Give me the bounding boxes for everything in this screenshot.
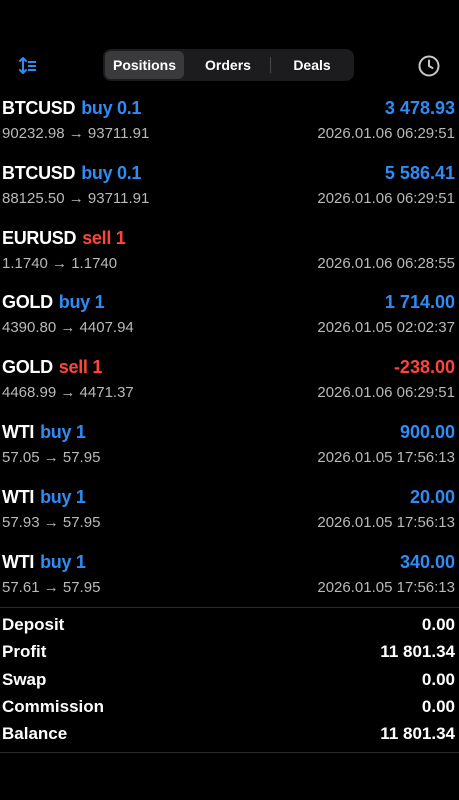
symbol-name: BTCUSD bbox=[2, 162, 76, 183]
position-prices: 4390.80 → 4407.94 bbox=[2, 319, 134, 337]
position-row[interactable]: BTCUSD buy 0.1 5 586.41 88125.50 → 93711.91… bbox=[0, 157, 459, 222]
symbol-name: BTCUSD bbox=[2, 98, 76, 118]
tab-divider bbox=[270, 57, 271, 73]
position-time: 2026.01.06 06:29:51 bbox=[317, 125, 455, 142]
position-time: 2026.01.05 17:56:13 bbox=[317, 578, 455, 596]
symbol-name: EURUSD bbox=[2, 227, 77, 248]
position-prices: 90232.98 → 93711.91 bbox=[2, 125, 150, 142]
summary-row: Deposit 0.00 bbox=[0, 613, 459, 640]
position-prices: 57.61 → 57.95 bbox=[2, 578, 101, 596]
position-side: buy 0.1 bbox=[81, 162, 142, 183]
position-time: 2026.01.05 17:56:13 bbox=[317, 513, 455, 531]
summary-row: Profit 11 801.34 bbox=[0, 640, 459, 667]
position-prices: 1.1740 → 1.1740 bbox=[2, 254, 118, 272]
summary-label: Swap bbox=[2, 669, 47, 689]
summary-label: Deposit bbox=[2, 615, 65, 634]
position-time: 2026.01.05 17:56:13 bbox=[317, 448, 455, 466]
position-row[interactable]: WTI buy 1 20.00 57.93 → 57.95 2026.01.05 17:… bbox=[0, 481, 459, 546]
symbol-name: GOLD bbox=[2, 292, 53, 313]
tab-bar: Positions Orders Deals bbox=[103, 49, 354, 81]
position-symbol: WTI buy 1 bbox=[2, 422, 86, 443]
position-symbol: GOLD sell 1 bbox=[2, 357, 102, 378]
symbol-name: WTI bbox=[2, 551, 35, 572]
sort-icon[interactable] bbox=[18, 56, 38, 76]
position-time: 2026.01.05 02:02:37 bbox=[317, 319, 455, 337]
divider bbox=[0, 752, 459, 753]
summary-value: 0.00 bbox=[421, 669, 455, 689]
position-symbol: BTCUSD buy 0.1 bbox=[2, 163, 141, 184]
position-side: buy 1 bbox=[40, 486, 86, 507]
position-time: 2026.01.06 06:29:51 bbox=[317, 189, 455, 207]
tab-orders[interactable]: Orders bbox=[188, 51, 268, 79]
position-row[interactable]: GOLD buy 1 1 714.00 4390.80 → 4407.94 2026.0… bbox=[0, 286, 459, 351]
tab-positions[interactable]: Positions bbox=[105, 51, 184, 79]
position-side: buy 1 bbox=[40, 421, 86, 442]
clock-icon[interactable] bbox=[417, 54, 441, 78]
position-profit: 5 586.41 bbox=[384, 162, 455, 183]
symbol-name: GOLD bbox=[2, 357, 53, 378]
summary-row: Balance 11 801.34 bbox=[0, 722, 459, 749]
summary-value: 11 801.34 bbox=[380, 642, 455, 662]
position-profit: 900.00 bbox=[399, 421, 455, 442]
summary-value: 0.00 bbox=[421, 696, 455, 716]
position-row[interactable]: GOLD sell 1 -238.00 4468.99 → 4471.37 2026.0… bbox=[0, 351, 459, 416]
position-profit: 1 714.00 bbox=[384, 292, 455, 313]
position-prices: 57.93 → 57.95 bbox=[2, 513, 101, 531]
position-symbol: WTI buy 1 bbox=[2, 552, 86, 573]
position-profit: 340.00 bbox=[399, 551, 455, 572]
position-prices: 4468.99 → 4471.37 bbox=[2, 384, 134, 402]
position-row[interactable]: EURUSD sell 1 1.1740 → 1.1740 2026.01.06 06… bbox=[0, 222, 459, 287]
position-symbol: GOLD buy 1 bbox=[2, 292, 105, 313]
positions-list: BTCUSD buy 0.1 3 478.93 90232.98 → 93711.91… bbox=[0, 92, 459, 610]
tab-deals[interactable]: Deals bbox=[272, 51, 352, 79]
position-prices: 57.05 → 57.95 bbox=[2, 448, 101, 466]
position-side: buy 0.1 bbox=[81, 98, 142, 118]
position-time: 2026.01.06 06:28:55 bbox=[317, 254, 455, 272]
summary-label: Balance bbox=[2, 724, 68, 744]
position-profit: 20.00 bbox=[409, 486, 455, 507]
position-row[interactable]: WTI buy 1 900.00 57.05 → 57.95 2026.01.05 17… bbox=[0, 416, 459, 481]
account-summary: Deposit 0.00 Profit 11 801.34 Swap 0.00 Commis… bbox=[0, 613, 459, 749]
position-side: buy 1 bbox=[58, 292, 105, 313]
position-side: sell 1 bbox=[82, 227, 126, 248]
summary-value: 0.00 bbox=[421, 615, 455, 634]
divider bbox=[0, 607, 459, 608]
toolbar: Positions Orders Deals bbox=[0, 48, 459, 84]
position-row[interactable]: WTI buy 1 340.00 57.61 → 57.95 2026.01.05 17… bbox=[0, 546, 459, 611]
summary-value: 11 801.34 bbox=[380, 724, 455, 744]
summary-label: Commission bbox=[2, 696, 105, 716]
position-side: buy 1 bbox=[40, 551, 86, 572]
position-side: sell 1 bbox=[58, 357, 103, 378]
symbol-name: WTI bbox=[2, 421, 35, 442]
position-symbol: EURUSD sell 1 bbox=[2, 227, 126, 249]
summary-label: Profit bbox=[2, 642, 47, 662]
summary-row: Commission 0.00 bbox=[0, 695, 459, 722]
position-profit: -238.00 bbox=[393, 357, 455, 378]
position-profit: 3 478.93 bbox=[384, 98, 455, 118]
position-time: 2026.01.06 06:29:51 bbox=[317, 384, 455, 402]
summary-row: Swap 0.00 bbox=[0, 668, 459, 695]
position-symbol: BTCUSD buy 0.1 bbox=[2, 98, 141, 119]
position-row[interactable]: BTCUSD buy 0.1 3 478.93 90232.98 → 93711.91… bbox=[0, 92, 459, 157]
position-prices: 88125.50 → 93711.91 bbox=[2, 189, 150, 207]
symbol-name: WTI bbox=[2, 486, 35, 507]
position-symbol: WTI buy 1 bbox=[2, 487, 86, 508]
